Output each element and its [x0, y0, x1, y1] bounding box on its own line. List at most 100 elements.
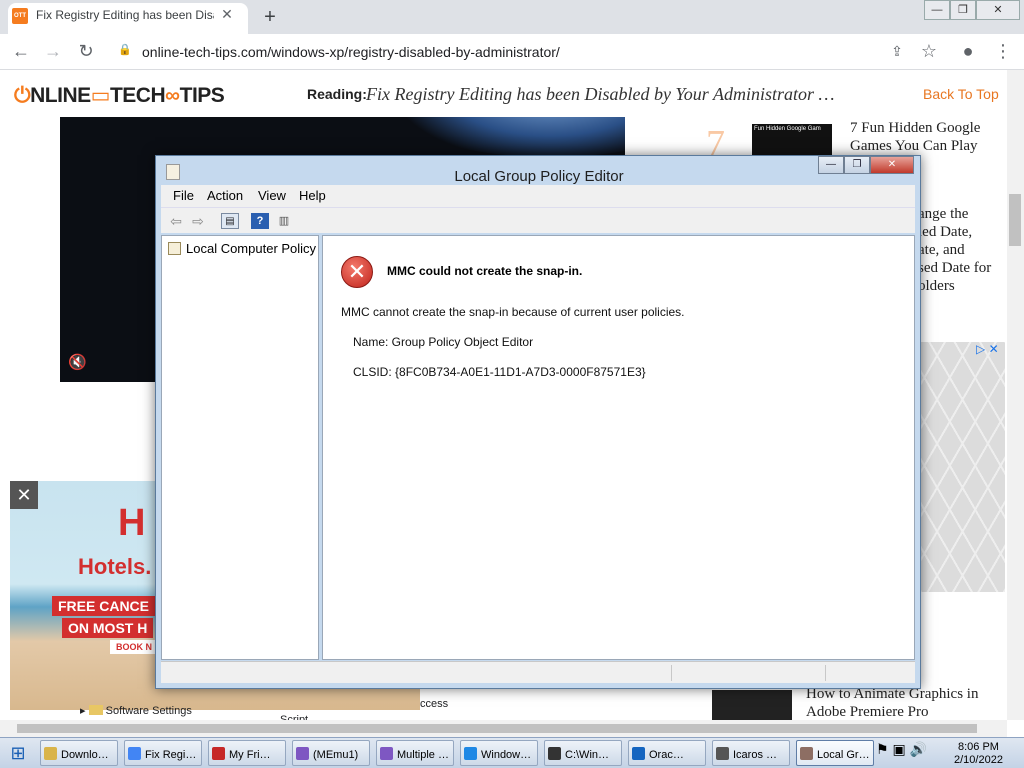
clock-time[interactable]: 8:06 PM — [958, 741, 999, 753]
status-bar-divider — [825, 665, 826, 681]
taskbar-item-label: My Fri… — [229, 749, 271, 761]
taskbar-item[interactable]: Multiple … — [376, 740, 454, 766]
tab-close-icon[interactable]: ✕ — [218, 5, 236, 23]
start-button[interactable]: ⊞ — [5, 741, 31, 765]
error-icon: ✕ — [341, 256, 373, 288]
logo-text-tech: TECH — [109, 84, 166, 107]
logo-text-tips: TIPS — [179, 84, 225, 107]
taskbar-item-label: Downlo… — [61, 749, 109, 761]
site-favicon: OTT — [12, 8, 28, 24]
tree-item-local-computer-policy[interactable]: Local Computer Policy — [168, 241, 316, 259]
ad-text-on-most: ON MOST H — [62, 618, 154, 638]
console-tree: Local Computer Policy — [161, 235, 319, 660]
menu-help[interactable]: Help — [299, 188, 326, 203]
group-policy-editor-window: Local Group Policy Editor — ❐ ✕ File Act… — [155, 155, 921, 689]
back-to-top-link[interactable]: Back To Top — [923, 86, 999, 102]
mmc-toolbar: ⇦ ⇨ ▤ ? ▥ — [161, 207, 915, 233]
ad-book-button[interactable]: BOOK N — [110, 640, 158, 654]
behind-text-access: ccess — [420, 698, 449, 710]
show-hide-tree-icon[interactable]: ▤ — [221, 213, 239, 229]
power-icon: ⏻ — [14, 84, 31, 107]
address-bar[interactable]: online-tech-tips.com/windows-xp/registry… — [142, 44, 560, 60]
app-icon — [464, 747, 477, 760]
back-arrow-icon[interactable]: ⇦ — [167, 213, 185, 229]
error-message: MMC cannot create the snap-in because of… — [341, 305, 685, 319]
app-icon — [800, 747, 813, 760]
hotels-logo-icon: H — [118, 502, 146, 544]
taskbar-item-label: C:\Win… — [565, 749, 609, 761]
taskbar-item[interactable]: (MEmu1) — [292, 740, 370, 766]
tray-icons[interactable]: ⚑ ▣ 🔊 — [876, 741, 927, 758]
ad-choices-icon[interactable]: ▷ ✕ — [976, 342, 999, 356]
taskbar-item[interactable]: Icaros … — [712, 740, 790, 766]
maximize-button[interactable]: ❐ — [950, 0, 976, 20]
taskbar-item-label: Window… — [481, 749, 532, 761]
vertical-scrollbar[interactable] — [1007, 70, 1024, 720]
vertical-scroll-thumb[interactable] — [1009, 194, 1021, 246]
menu-action[interactable]: Action — [207, 188, 243, 203]
snapin-name: Name: Group Policy Object Editor — [353, 335, 534, 349]
new-tab-button[interactable]: + — [258, 6, 282, 28]
forward-icon[interactable]: → — [42, 41, 64, 61]
snapin-clsid: CLSID: {8FC0B734-A0E1-11D1-A7D3-0000F875… — [353, 365, 646, 379]
policy-book-icon — [168, 242, 181, 255]
taskbar-item-label: (MEmu1) — [313, 749, 359, 761]
site-logo[interactable]: ⏻NLINE▭TECH∞TIPS — [14, 83, 225, 108]
tab-title[interactable]: Fix Registry Editing has been Disabled b… — [36, 8, 214, 22]
taskbar-item-label: Fix Regi… — [145, 749, 197, 761]
taskbar-item[interactable]: C:\Win… — [544, 740, 622, 766]
share-icon[interactable]: ⇪ — [886, 41, 908, 61]
close-window-button[interactable]: ✕ — [976, 0, 1020, 20]
app-icon — [632, 747, 645, 760]
menu-icon[interactable]: ⋮ — [992, 41, 1014, 61]
laptop-icon: ▭ — [90, 84, 111, 107]
mute-icon[interactable]: 🔇 — [68, 353, 88, 371]
taskbar-item[interactable]: Orac… — [628, 740, 706, 766]
earth-image — [400, 117, 625, 157]
back-icon[interactable]: ← — [10, 41, 32, 61]
taskbar-item[interactable]: Fix Regi… — [124, 740, 202, 766]
taskbar-item-label: Local Gr… — [817, 749, 870, 761]
article-thumbnail[interactable]: Fun Hidden Google Gam — [752, 124, 832, 156]
minimize-button[interactable]: — — [924, 0, 950, 20]
taskbar-item[interactable]: Local Gr… — [796, 740, 874, 766]
side-article-link-3[interactable]: How to Animate Graphics in Adobe Premiere… — [806, 685, 978, 721]
dialog-maximize-button[interactable]: ❐ — [844, 156, 870, 174]
taskbar-item-label: Orac… — [649, 749, 684, 761]
taskbar-item-label: Icaros … — [733, 749, 778, 761]
app-icon — [44, 747, 57, 760]
taskbar-item[interactable]: Downlo… — [40, 740, 118, 766]
ad-close-button[interactable]: ✕ — [10, 481, 38, 509]
reading-title[interactable]: Fix Registry Editing has been Disabled b… — [366, 84, 835, 105]
clock-date[interactable]: 2/10/2022 — [954, 754, 1003, 766]
dialog-minimize-button[interactable]: — — [818, 156, 844, 174]
menu-bar: File Action View Help — [161, 185, 915, 207]
side-article-link[interactable]: 7 Fun Hidden Google Games You Can Play — [850, 119, 980, 155]
app-icon — [716, 747, 729, 760]
error-heading: MMC could not create the snap-in. — [387, 264, 583, 278]
lock-icon[interactable]: 🔒 — [118, 43, 132, 59]
menu-view[interactable]: View — [258, 188, 286, 203]
show-hide-action-pane-icon[interactable]: ▥ — [275, 213, 293, 229]
app-icon — [548, 747, 561, 760]
app-icon — [212, 747, 225, 760]
taskbar-item[interactable]: My Fri… — [208, 740, 286, 766]
taskbar-item[interactable]: Window… — [460, 740, 538, 766]
article-thumbnail-2[interactable] — [712, 690, 792, 720]
result-pane: ✕ MMC could not create the snap-in. MMC … — [322, 235, 915, 660]
status-bar-divider — [671, 665, 672, 681]
menu-file[interactable]: File — [173, 188, 194, 203]
help-icon[interactable]: ? — [251, 213, 269, 229]
side-article-link-2[interactable]: ange the ied Date, ate, and sed Date for old… — [918, 205, 991, 295]
status-bar — [161, 661, 915, 683]
bookmark-star-icon[interactable]: ☆ — [918, 41, 940, 61]
reload-icon[interactable]: ↻ — [75, 41, 97, 61]
behind-text-software-settings: ▸ Software Settings — [80, 705, 192, 717]
logo-text-online: NLINE — [30, 84, 91, 107]
profile-icon[interactable]: ● — [957, 41, 979, 61]
ad-pattern-image[interactable] — [920, 342, 1005, 592]
ad-text-free-cancel: FREE CANCE — [52, 596, 156, 616]
dialog-close-button[interactable]: ✕ — [870, 156, 914, 174]
forward-arrow-icon[interactable]: ⇨ — [189, 213, 207, 229]
horizontal-scroll-thumb[interactable] — [17, 724, 977, 733]
